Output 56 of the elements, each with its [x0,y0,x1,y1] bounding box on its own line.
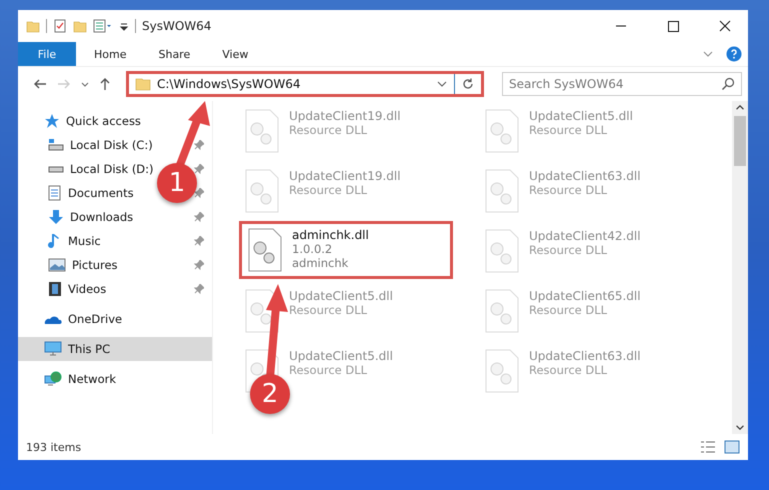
file-detail: Resource DLL [529,183,608,197]
file-detail: Resource DLL [529,243,608,257]
drive-icon [48,166,64,173]
file-detail: Resource DLL [289,123,368,137]
address-bar[interactable]: C:\Windows\SysWOW64 [126,71,484,97]
file-detail: Resource DLL [529,363,608,377]
ribbon-tab[interactable]: Home [80,42,140,66]
large-icons-view-icon[interactable] [724,440,740,454]
file-detail: adminchk [292,256,350,270]
film-icon [48,281,62,297]
nav-item[interactable]: This PC [18,337,212,361]
details-view-icon[interactable] [700,440,716,454]
picture-icon [48,258,66,272]
file-detail: Resource DLL [529,123,608,137]
window-title: SysWOW64 [142,19,212,33]
scroll-thumb[interactable] [734,116,746,166]
monitor-icon [44,341,62,357]
file-detail: Resource DLL [529,303,608,317]
file-detail: Resource DLL [289,363,368,377]
file-detail: Resource DLL [289,183,368,197]
address-path: C:\Windows\SysWOW64 [157,77,302,91]
file-detail: 1.0.0.2 [292,242,334,256]
nav-item[interactable]: Documents [68,186,134,200]
nav-item[interactable]: Local Disk (D:) [70,162,154,176]
folder-icon [135,76,151,92]
file-detail: Resource DLL [289,303,368,317]
customize-icon[interactable] [93,19,113,33]
down-arrow-icon [48,209,64,225]
item-count: 193 items [26,440,82,454]
nav-item[interactable]: Videos [68,282,106,296]
ribbon-tab[interactable]: File [18,42,76,66]
music-note-icon [48,233,62,249]
file-name: adminchk.dll [292,228,369,242]
help-icon[interactable] [726,46,742,62]
drive-icon [48,138,64,152]
scroll-down-icon[interactable] [736,425,744,430]
nav-item[interactable]: OneDrive [18,307,212,331]
up-arrow-icon[interactable] [98,76,112,92]
refresh-icon[interactable] [461,77,475,91]
nav-item[interactable]: Local Disk (C:) [70,138,153,152]
nav-item[interactable]: Quick access [18,109,212,133]
nav-item[interactable]: Downloads [70,210,134,224]
ribbon-tab[interactable]: Share [144,42,204,66]
file-tile[interactable]: adminchk.dll 1.0.0.2 adminchk [239,221,453,279]
properties-icon[interactable] [53,19,67,33]
nav-item[interactable]: Music [68,234,101,248]
nav-item[interactable]: Pictures [72,258,118,272]
search-icon [721,77,735,91]
scroll-up-icon[interactable] [736,105,744,110]
globe-monitor-icon [44,371,62,387]
star-icon [44,113,60,129]
search-field[interactable]: Search SysWOW64 [502,72,742,96]
document-icon [48,185,62,201]
ribbon-tab[interactable]: View [208,42,262,66]
scrollbar[interactable] [732,101,748,434]
nav-item[interactable]: Network [18,367,212,391]
